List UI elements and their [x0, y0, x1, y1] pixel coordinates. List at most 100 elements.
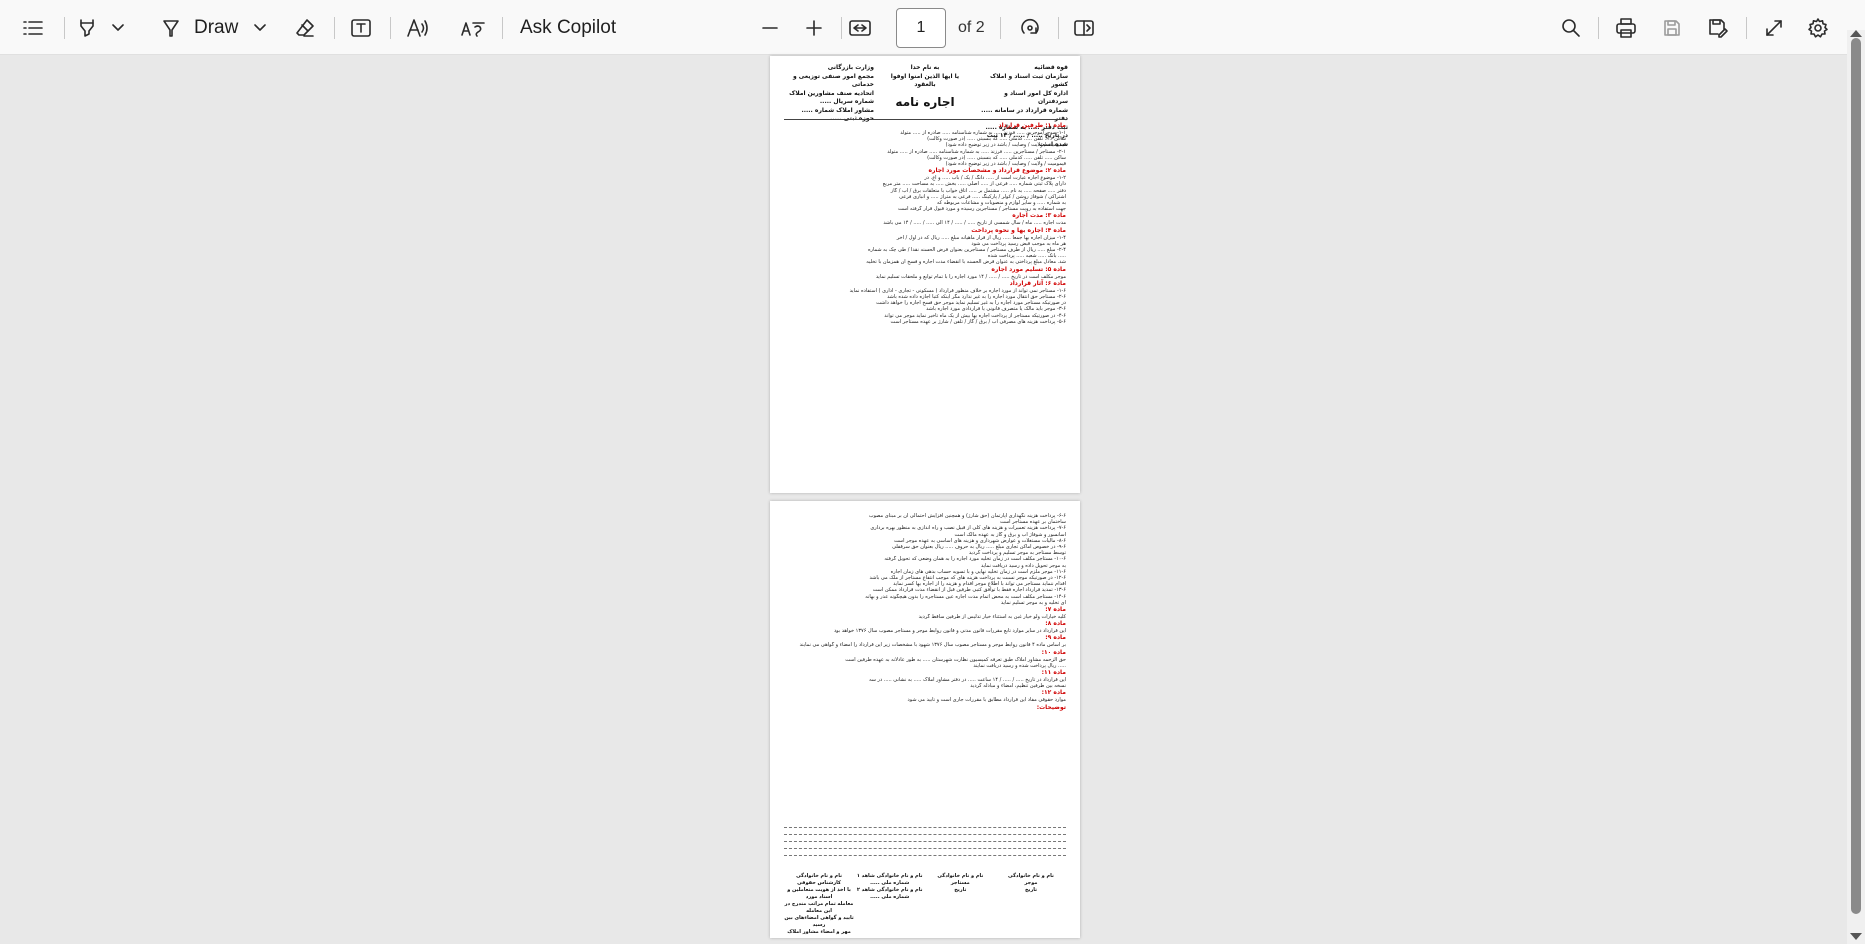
signature-line: شماره ملی .....: [870, 894, 910, 900]
header-line: اتحادیه صنف مشاورین املاک: [789, 89, 874, 97]
signature-line: نام و نام خانوادگی: [1008, 873, 1054, 879]
fit-width-icon[interactable]: [845, 8, 875, 48]
signature-row: نام و نام خانوادگی موجر تاریخ نام و نام خان…: [784, 873, 1066, 936]
read-aloud-icon[interactable]: [404, 8, 432, 48]
notes-line: [784, 855, 1066, 856]
highlight-icon[interactable]: [74, 8, 100, 48]
notes-line: [784, 848, 1066, 849]
header-line: شماره سریال .....: [819, 98, 874, 105]
pdf-page-2: ۶-۶- پرداخت هزینه نگهداری آپارتمان (حق ش…: [770, 501, 1080, 938]
pdf-page-1: قوه قضائیه سازمان ثبت اسناد و املاک کشور ا…: [770, 56, 1080, 493]
full-screen-icon[interactable]: [1760, 8, 1788, 48]
article-heading: ماده ۲: موضوع قرارداد و مشخصات مورد اجار…: [928, 167, 1066, 175]
signature-line: تاریخ: [954, 887, 967, 893]
toolbar-divider: [1746, 17, 1747, 39]
zoom-out-icon[interactable]: [757, 8, 783, 48]
signature-line: نام و نام خانوادگی شاهد ۲: [856, 887, 923, 893]
vertical-scrollbar[interactable]: [1847, 30, 1865, 944]
notes-line: [784, 834, 1066, 835]
header-line: قوه قضائیه: [1034, 64, 1068, 71]
contract-title: اجاره نامه: [895, 94, 955, 109]
header-rule: [784, 119, 1066, 120]
draw-button[interactable]: Draw: [194, 8, 244, 48]
article-heading: ماده ۷:: [1045, 606, 1066, 614]
toolbar-divider: [334, 17, 335, 39]
draw-pen-icon[interactable]: [158, 8, 184, 48]
ask-copilot-label: Ask Copilot: [520, 17, 617, 38]
header-line: مشاور املاک شماره .....: [801, 106, 874, 114]
notes-line: [784, 827, 1066, 828]
translate-icon[interactable]: [458, 8, 488, 48]
article-heading: ماده ۱۰:: [1041, 648, 1066, 656]
article-heading: ماده ۸:: [1045, 620, 1066, 628]
contents-icon[interactable]: [18, 8, 48, 48]
scroll-up-arrow-icon[interactable]: [1850, 30, 1862, 37]
header-line: اداره کل امور اسناد و سردفتران: [1004, 89, 1068, 106]
header-line: به نام خدا: [910, 64, 940, 71]
page1-header-left: وزارت بازرگانی مجمع امور صنفی توزیعی و خد…: [784, 64, 874, 124]
print-icon[interactable]: [1612, 8, 1640, 48]
toolbar-divider: [1058, 17, 1059, 39]
header-line: یا ایها الذین امنوا اوفوا بالعقود: [890, 72, 960, 89]
signature-line: نام و نام خانوادگی: [937, 873, 984, 879]
text-box-icon[interactable]: [348, 8, 374, 48]
zoom-in-icon[interactable]: [801, 8, 827, 48]
page-total: of 2: [958, 19, 985, 36]
notes-lines: [784, 821, 1066, 862]
ask-copilot-button[interactable]: Ask Copilot: [520, 8, 630, 48]
page-view-icon[interactable]: [1070, 8, 1098, 48]
signature-line: تایید و گواهی امضاءهای بین رسید: [784, 915, 854, 928]
signature-block: نام و نام خانوادگی کارشناس حقوقی با اخذ ا…: [784, 873, 854, 936]
search-icon[interactable]: [1558, 8, 1584, 48]
signature-line: شماره ملی .....: [870, 880, 910, 886]
article-heading: ماده ۴: اجاره بها و نحوه پرداخت: [971, 226, 1066, 234]
page2-body: ۶-۶- پرداخت هزینه نگهداری آپارتمان (حق ش…: [784, 513, 1066, 712]
rotate-icon[interactable]: [1016, 8, 1044, 48]
signature-line: نام و نام خانوادگی شاهد ۱: [856, 873, 923, 879]
draw-label: Draw: [194, 17, 239, 38]
header-line: سازمان ثبت اسناد و املاک کشور: [989, 72, 1068, 89]
article-heading: ماده ۵: تسلیم مورد اجاره: [991, 265, 1066, 273]
body-line: بر اساس ماده ۴ قانون روابط موجر و مستاجر…: [799, 642, 1066, 649]
signature-block: نام و نام خانوادگی شاهد ۱ شماره ملی .....…: [855, 873, 925, 936]
eraser-icon[interactable]: [292, 8, 318, 48]
page1-header-center: به نام خدا یا ایها الذین امنوا اوفوا بالع…: [880, 64, 970, 110]
save-icon[interactable]: [1658, 8, 1686, 48]
highlight-chevron-down-icon[interactable]: [110, 8, 126, 48]
notes-line: [784, 841, 1066, 842]
signature-line: تاریخ: [1024, 887, 1038, 893]
signature-line: موجر: [1024, 880, 1038, 886]
scroll-down-arrow-icon[interactable]: [1850, 933, 1862, 940]
signature-line: با اخذ از هویت متعاملین و اسناد مورد: [787, 887, 851, 900]
article-heading: ماده ۶: آثار قرارداد: [1009, 279, 1066, 287]
draw-chevron-down-icon[interactable]: [252, 8, 268, 48]
article-heading: ماده ۳: مدت اجاره: [1012, 212, 1066, 220]
header-line: مجمع امور صنفی توزیعی و خدماتی: [792, 72, 874, 89]
signature-line: معامله تمام مراتب مندرج در این معامله: [784, 901, 854, 914]
article-heading: توضیحات:: [1036, 703, 1066, 711]
toolbar-divider: [1598, 17, 1599, 39]
scrollbar-thumb[interactable]: [1851, 38, 1861, 914]
header-line: وزارت بازرگانی: [827, 64, 874, 71]
body-line: ۵-۶- پرداخت هزینه های مصرفی آب / برق / گ…: [890, 318, 1066, 325]
toolbar-divider: [1000, 17, 1001, 39]
page-number-input[interactable]: 1: [896, 8, 946, 48]
header-line: شماره قرارداد در سامانه ..... دفتر: [981, 106, 1068, 123]
signature-line: نام و نام خانوادگی کارشناس حقوقی: [796, 873, 842, 886]
pdf-toolbar: Draw Ask Copilot 1 of 2: [0, 0, 1865, 55]
article-heading: ماده ۱۱:: [1041, 669, 1066, 677]
signature-block: نام و نام خانوادگی مستاجر تاریخ: [925, 873, 995, 936]
toolbar-divider: [841, 17, 842, 39]
toolbar-divider: [64, 17, 65, 39]
signature-line: مهر و امضاء مشاور املاک: [787, 929, 851, 935]
article-heading: ماده ۱: طرفین قرارداد: [998, 122, 1066, 129]
article-heading: ماده ۱۲:: [1041, 689, 1066, 697]
toolbar-divider: [502, 17, 503, 39]
signature-line: مستاجر: [950, 880, 970, 886]
save-as-icon[interactable]: [1704, 8, 1732, 48]
toolbar-divider: [390, 17, 391, 39]
page1-body: ماده ۱: طرفین قرارداد ۱-۱- موجر/موجرین ..…: [784, 122, 1066, 325]
article-heading: ماده ۹:: [1045, 634, 1066, 642]
signature-block: نام و نام خانوادگی موجر تاریخ: [996, 873, 1066, 936]
settings-gear-icon[interactable]: [1804, 8, 1832, 48]
